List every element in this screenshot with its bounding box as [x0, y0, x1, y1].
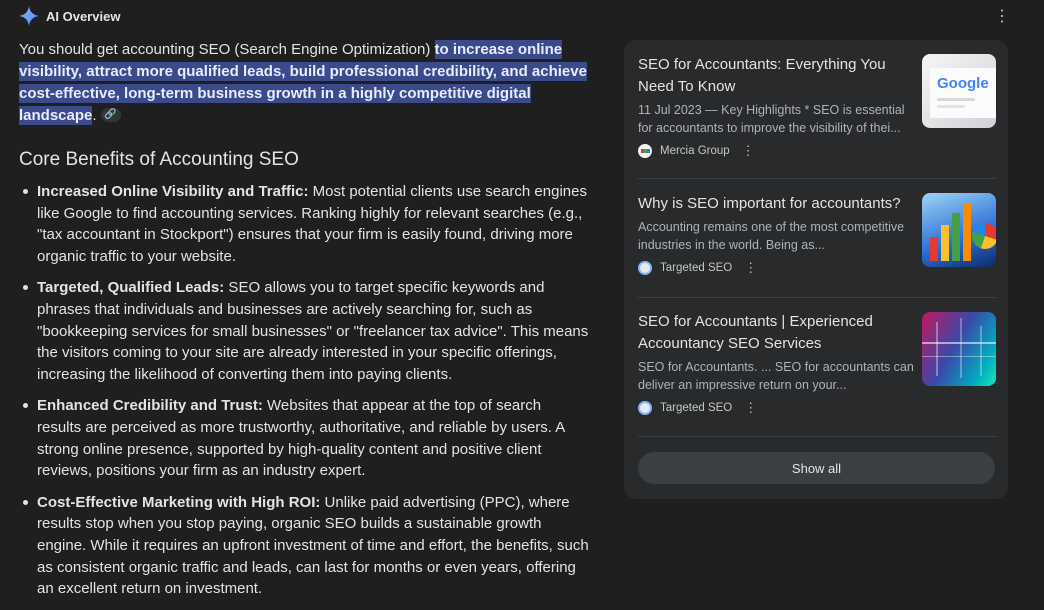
benefit-title: Increased Online Visibility and Traffic:: [37, 183, 309, 200]
sparkle-icon: [18, 5, 40, 27]
source-title[interactable]: SEO for Accountants | Experienced Accoun…: [638, 311, 910, 355]
benefits-list: Increased Online Visibility and Traffic:…: [19, 181, 589, 600]
list-item: Targeted, Qualified Leads: SEO allows yo…: [23, 277, 589, 385]
intro-text: You should get accounting SEO (Search En…: [19, 41, 435, 58]
source-site: Targeted SEO: [660, 402, 733, 414]
more-vert-icon[interactable]: ⋮: [994, 8, 1010, 26]
benefit-title: Cost-Effective Marketing with High ROI:: [37, 493, 321, 511]
data-thumbnail: [922, 312, 996, 386]
more-vert-icon[interactable]: ⋮: [744, 260, 757, 276]
divider: [638, 436, 996, 437]
section-title: Core Benefits of Accounting SEO: [19, 149, 299, 170]
source-title[interactable]: SEO for Accountants: Everything You Need…: [638, 54, 910, 98]
list-item: Enhanced Credibility and Trust: Websites…: [23, 395, 589, 481]
more-vert-icon[interactable]: ⋮: [744, 400, 757, 416]
divider: [638, 178, 996, 179]
benefit-title: Targeted, Qualified Leads:: [37, 279, 225, 297]
targeted-seo-favicon-icon: [638, 261, 652, 275]
source-snippet: SEO for Accountants. ... SEO for account…: [638, 360, 914, 392]
more-vert-icon[interactable]: ⋮: [742, 143, 755, 159]
source-snippet: 11 Jul 2023 — Key Highlights * SEO is es…: [638, 103, 905, 135]
chart-thumbnail: [922, 193, 996, 267]
source-snippet: Accounting remains one of the most compe…: [638, 220, 905, 252]
source-card[interactable]: Why is SEO important for accountants? Ac…: [638, 193, 996, 277]
show-all-button[interactable]: Show all: [638, 452, 995, 484]
source-meta: Targeted SEO ⋮: [638, 399, 996, 417]
source-title[interactable]: Why is SEO important for accountants?: [638, 193, 910, 215]
list-item: Cost-Effective Marketing with High ROI: …: [23, 492, 589, 600]
intro-end: .: [92, 107, 97, 124]
benefit-title: Enhanced Credibility and Trust:: [37, 397, 263, 415]
source-site: Mercia Group: [660, 145, 730, 157]
sources-panel: SEO for Accountants: Everything You Need…: [624, 40, 1008, 499]
google-thumbnail: Google: [922, 54, 996, 128]
list-item: Increased Online Visibility and Traffic:…: [23, 181, 589, 267]
intro-paragraph: You should get accounting SEO (Search En…: [19, 39, 589, 127]
source-site: Targeted SEO: [660, 262, 733, 274]
source-meta: Mercia Group ⋮: [638, 142, 996, 160]
ai-overview-header: AI Overview: [18, 5, 120, 27]
source-card[interactable]: SEO for Accountants | Experienced Accoun…: [638, 311, 996, 417]
mercia-favicon-icon: [638, 144, 652, 158]
targeted-seo-favicon-icon: [638, 401, 652, 415]
overview-content: You should get accounting SEO (Search En…: [19, 39, 589, 610]
divider: [638, 297, 996, 298]
source-card[interactable]: SEO for Accountants: Everything You Need…: [638, 54, 996, 160]
google-logo-text: Google: [937, 75, 989, 92]
link-icon[interactable]: 🔗: [100, 108, 121, 123]
ai-overview-title: AI Overview: [46, 8, 121, 24]
